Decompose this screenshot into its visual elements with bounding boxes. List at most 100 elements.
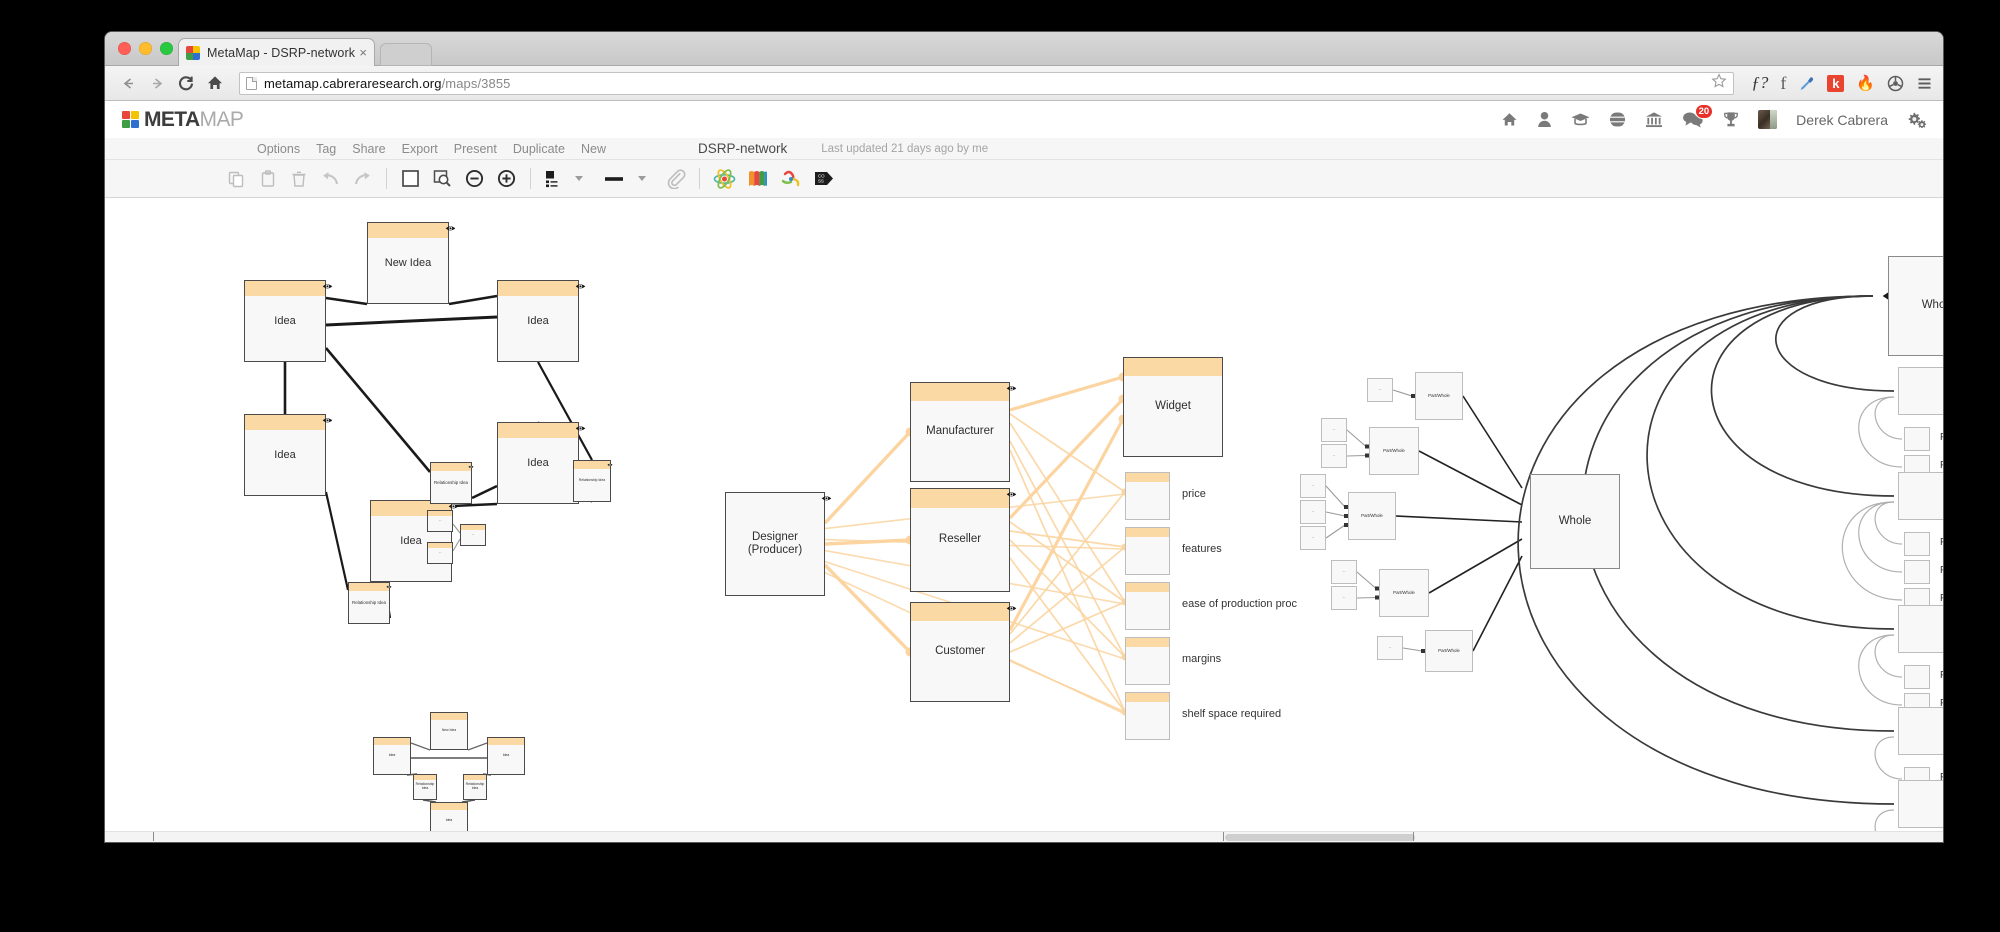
map-node[interactable]: ... <box>427 542 453 564</box>
maximize-window-button[interactable] <box>160 42 173 55</box>
map-edge[interactable] <box>1418 450 1523 506</box>
map-node[interactable]: New Idea <box>430 712 468 750</box>
messages-icon[interactable]: 20 <box>1682 104 1714 128</box>
close-tab-button[interactable]: × <box>359 46 367 59</box>
graduation-cap-icon[interactable] <box>1571 112 1590 127</box>
menu-item-duplicate[interactable]: Duplicate <box>513 142 565 156</box>
zoom-in-icon[interactable] <box>496 168 517 189</box>
trash-icon[interactable] <box>289 169 309 189</box>
map-node[interactable]: ... <box>1321 418 1347 442</box>
map-node[interactable]: ... <box>1377 636 1403 660</box>
undo-icon[interactable] <box>320 169 341 189</box>
close-window-button[interactable] <box>118 42 131 55</box>
menu-item-share[interactable]: Share <box>352 142 385 156</box>
map-edge[interactable] <box>1356 571 1377 589</box>
map-edge[interactable] <box>1841 501 1903 601</box>
map-edge[interactable] <box>410 742 431 751</box>
map-node[interactable]: ... <box>1300 526 1326 550</box>
map-node[interactable]: Idea <box>497 280 586 362</box>
map-edge[interactable] <box>467 742 488 751</box>
map-node[interactable] <box>1898 367 1943 415</box>
chrome-menu-icon[interactable] <box>1916 75 1933 92</box>
reload-icon[interactable] <box>173 70 199 96</box>
map-node[interactable] <box>1898 605 1943 653</box>
map-node[interactable]: Manufacturer <box>910 382 1017 482</box>
map-node[interactable]: Relationship Idea <box>413 774 437 800</box>
scrollbar-thumb[interactable] <box>1225 834 1415 841</box>
paste-icon[interactable] <box>258 169 278 189</box>
map-node[interactable] <box>1904 532 1930 556</box>
map-edge[interactable] <box>325 347 431 473</box>
map-node[interactable]: Relationship Idea <box>348 582 392 624</box>
trophy-icon[interactable] <box>1723 111 1739 128</box>
eyedropper-extension-icon[interactable] <box>1798 75 1815 92</box>
map-node[interactable]: ... <box>1300 500 1326 524</box>
map-edge[interactable] <box>325 315 498 327</box>
line-style-dropdown-caret[interactable] <box>638 176 646 181</box>
map-edge[interactable] <box>452 538 461 552</box>
map-edge[interactable] <box>1009 375 1124 412</box>
map-node[interactable]: New Idea <box>367 222 456 304</box>
menu-item-new[interactable]: New <box>581 142 606 156</box>
steering-wheel-extension-icon[interactable] <box>1887 75 1904 92</box>
map-node[interactable]: Part/Whole <box>1425 630 1473 672</box>
copy-icon[interactable] <box>227 169 247 189</box>
map-node[interactable] <box>1125 637 1170 685</box>
metamap-logo[interactable]: META MAP <box>122 108 244 132</box>
fill-style-icon[interactable] <box>544 169 562 189</box>
map-edge[interactable] <box>325 296 368 306</box>
map-edge[interactable] <box>1395 515 1523 523</box>
map-node[interactable]: Customer <box>910 602 1017 702</box>
map-edge[interactable] <box>448 294 498 306</box>
map-node[interactable] <box>1125 582 1170 630</box>
map-node[interactable]: Whole <box>1530 474 1620 569</box>
map-node[interactable] <box>1125 692 1170 740</box>
facebook-extension-icon[interactable]: f <box>1780 73 1786 94</box>
home-icon[interactable] <box>202 70 228 96</box>
map-node[interactable]: ... <box>460 524 486 546</box>
window-controls[interactable] <box>118 42 173 55</box>
map-node[interactable]: ... <box>1367 378 1393 402</box>
map-edge[interactable] <box>1858 501 1903 573</box>
map-node[interactable]: Relationship Idea <box>430 462 474 504</box>
map-edge[interactable] <box>1581 295 1895 732</box>
map-node[interactable] <box>1904 427 1930 451</box>
map-node[interactable]: Idea <box>497 422 586 504</box>
hotfire-extension-icon[interactable]: 🔥 <box>1856 74 1875 92</box>
map-edge[interactable] <box>1462 395 1523 489</box>
person-icon[interactable] <box>1537 111 1552 128</box>
map-node[interactable]: Reseller <box>910 488 1017 592</box>
atom-icon[interactable] <box>713 168 736 190</box>
fscript-extension-icon[interactable]: ƒ? <box>1751 73 1768 93</box>
map-edge[interactable] <box>1346 454 1367 457</box>
menu-item-present[interactable]: Present <box>454 142 497 156</box>
map-edge[interactable] <box>1325 511 1346 517</box>
map-edge[interactable] <box>1009 413 1126 493</box>
map-node[interactable]: Designer (Producer) <box>725 492 832 596</box>
line-style-icon[interactable] <box>603 169 625 189</box>
map-node[interactable] <box>1904 560 1930 584</box>
map-node[interactable]: Relationship Idea <box>463 774 487 800</box>
map-edge[interactable] <box>1392 389 1413 397</box>
browser-tab[interactable]: MetaMap - DSRP-network × <box>178 38 375 66</box>
map-node[interactable] <box>1125 472 1170 520</box>
map-node[interactable] <box>1898 707 1943 755</box>
menu-item-options[interactable]: Options <box>257 142 300 156</box>
map-edge[interactable] <box>823 430 912 525</box>
map-node[interactable]: ... <box>1300 474 1326 498</box>
perspectives-icon[interactable] <box>747 168 769 190</box>
map-edge[interactable] <box>1402 647 1423 652</box>
tag-icon[interactable]: CO SS <box>813 169 835 188</box>
map-node[interactable]: Idea <box>244 414 333 496</box>
menu-item-export[interactable]: Export <box>402 142 438 156</box>
new-tab-button[interactable] <box>380 43 432 66</box>
map-edge[interactable] <box>471 484 498 500</box>
map-node[interactable] <box>1898 472 1943 520</box>
map-edge[interactable] <box>1325 524 1346 539</box>
attachment-icon[interactable] <box>666 168 686 189</box>
map-node[interactable] <box>1904 665 1930 689</box>
map-node[interactable]: Part/Whole <box>1415 372 1463 420</box>
map-edge[interactable] <box>1325 485 1346 508</box>
map-node[interactable]: ... <box>1331 560 1357 584</box>
address-bar[interactable]: metamap.cabreraresearch.org/maps/3855 <box>239 71 1735 95</box>
